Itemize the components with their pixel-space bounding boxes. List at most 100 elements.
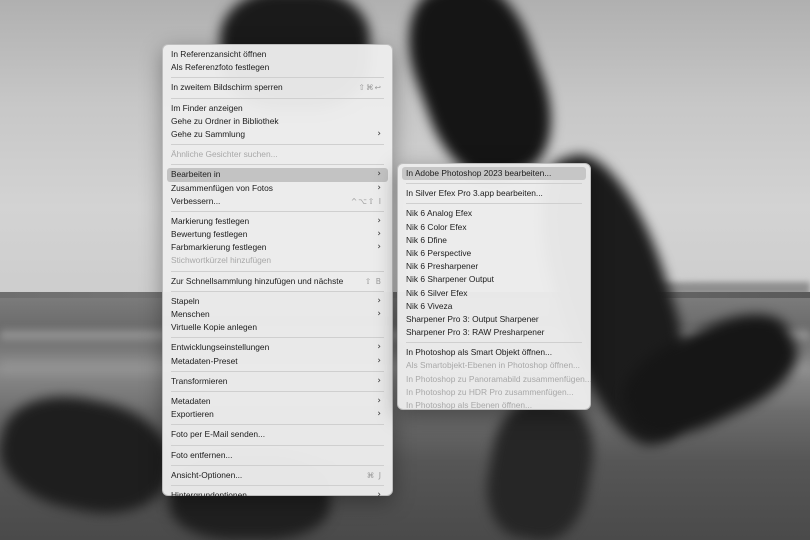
menu-item-label: Zusammenfügen von Fotos bbox=[171, 182, 273, 193]
menu-item-in-silver-efex-pro-3-app-bearbeiten[interactable]: In Silver Efex Pro 3.app bearbeiten... bbox=[402, 187, 586, 200]
menu-item-label: Gehe zu Ordner in Bibliothek bbox=[171, 115, 279, 126]
menu-separator bbox=[171, 77, 384, 79]
menu-item-virtuelle-kopie-anlegen[interactable]: Virtuelle Kopie anlegen bbox=[167, 321, 388, 334]
menu-item-verbessern[interactable]: Verbessern... ^⌥⇧ I bbox=[167, 195, 388, 208]
chevron-right-icon: › bbox=[377, 355, 381, 366]
menu-item-label: Nik 6 Dfine bbox=[406, 234, 447, 245]
menu-separator bbox=[171, 290, 384, 292]
menu-item-in-photoshop-als-smart-objekt-oeffnen[interactable]: In Photoshop als Smart Objekt öffnen... bbox=[402, 346, 586, 359]
chevron-right-icon: › bbox=[377, 215, 381, 226]
menu-item-label: In Photoshop zu Panoramabild zusammenfüg… bbox=[406, 373, 592, 384]
menu-item-entwicklungseinstellungen[interactable]: Entwicklungseinstellungen › bbox=[167, 341, 388, 354]
menu-item-nik-6-silver-efex[interactable]: Nik 6 Silver Efex bbox=[402, 287, 586, 300]
menu-item-label: Entwicklungseinstellungen bbox=[171, 342, 270, 353]
menu-item-sharpener-pro-3-raw-presharpener[interactable]: Sharpener Pro 3: RAW Presharpener bbox=[402, 326, 586, 339]
menu-item-nik-6-perspective[interactable]: Nik 6 Perspective bbox=[402, 247, 586, 260]
menu-item-label: In Photoshop zu HDR Pro zusammenfügen... bbox=[406, 386, 574, 397]
menu-item-foto-per-e-mail-senden[interactable]: Foto per E-Mail senden... bbox=[167, 428, 388, 441]
menu-item-metadaten[interactable]: Metadaten › bbox=[167, 395, 388, 408]
chevron-right-icon: › bbox=[377, 395, 381, 406]
menu-item-label: Exportieren bbox=[171, 409, 214, 420]
menu-item-label: In Photoshop als Smart Objekt öffnen... bbox=[406, 347, 553, 358]
menu-item-hintergrundoptionen[interactable]: Hintergrundoptionen › bbox=[167, 489, 388, 502]
menu-item-als-smartobjekt-ebenen-in-photoshop-oeffnen: Als Smartobjekt-Ebenen in Photoshop öffn… bbox=[402, 359, 586, 372]
chevron-right-icon: › bbox=[377, 409, 381, 420]
menu-item-in-zweitem-bildschirm-sperren[interactable]: In zweitem Bildschirm sperren ⇧⌘↩ bbox=[167, 81, 388, 94]
menu-item-label: Verbessern... bbox=[171, 195, 221, 206]
chevron-right-icon: › bbox=[377, 489, 381, 500]
menu-separator bbox=[406, 203, 582, 205]
menu-item-label: Bearbeiten in bbox=[171, 169, 221, 180]
chevron-right-icon: › bbox=[377, 128, 381, 139]
menu-item-nik-6-dfine[interactable]: Nik 6 Dfine bbox=[402, 234, 586, 247]
menu-item-nik-6-color-efex[interactable]: Nik 6 Color Efex bbox=[402, 221, 586, 234]
menu-separator bbox=[171, 390, 384, 392]
menu-item-in-referenzansicht-oeffnen[interactable]: In Referenzansicht öffnen bbox=[167, 48, 388, 61]
menu-item-nik-6-presharpener[interactable]: Nik 6 Presharpener bbox=[402, 260, 586, 273]
menu-item-label: Sharpener Pro 3: Output Sharpener bbox=[406, 313, 539, 324]
menu-item-label: Markierung festlegen bbox=[171, 215, 250, 226]
keyboard-shortcut: ⌘ J bbox=[366, 470, 382, 480]
menu-item-nik-6-viveza[interactable]: Nik 6 Viveza bbox=[402, 300, 586, 313]
chevron-right-icon: › bbox=[377, 229, 381, 240]
menu-item-stichwortkuerzel-hinzufuegen: Stichwortkürzel hinzufügen bbox=[167, 254, 388, 267]
menu-separator bbox=[171, 464, 384, 466]
menu-item-label: In Silver Efex Pro 3.app bearbeiten... bbox=[406, 188, 543, 199]
menu-separator bbox=[171, 424, 384, 426]
menu-item-label: Als Referenzfoto festlegen bbox=[171, 62, 270, 73]
menu-item-label: Als Smartobjekt-Ebenen in Photoshop öffn… bbox=[406, 360, 580, 371]
menu-item-als-referenzfoto-festlegen[interactable]: Als Referenzfoto festlegen bbox=[167, 61, 388, 74]
chevron-right-icon: › bbox=[377, 169, 381, 180]
chevron-right-icon: › bbox=[377, 242, 381, 253]
menu-item-label: Gehe zu Sammlung bbox=[171, 128, 246, 139]
menu-item-zur-schnellsammlung-hinzufuegen-und-naechste[interactable]: Zur Schnellsammlung hinzufügen und nächs… bbox=[167, 275, 388, 288]
keyboard-shortcut: ⇧⌘↩ bbox=[358, 83, 382, 93]
menu-item-label: Im Finder anzeigen bbox=[171, 102, 243, 113]
menu-item-label: Nik 6 Analog Efex bbox=[406, 208, 473, 219]
menu-item-label: Metadaten bbox=[171, 395, 211, 406]
menu-item-gehe-zu-sammlung[interactable]: Gehe zu Sammlung › bbox=[167, 128, 388, 141]
menu-item-label: Stichwortkürzel hinzufügen bbox=[171, 255, 272, 266]
menu-separator bbox=[406, 183, 582, 185]
menu-item-in-adobe-photoshop-2023-bearbeiten[interactable]: In Adobe Photoshop 2023 bearbeiten... bbox=[402, 167, 586, 181]
menu-item-exportieren[interactable]: Exportieren › bbox=[167, 408, 388, 421]
menu-item-sharpener-pro-3-output-sharpener[interactable]: Sharpener Pro 3: Output Sharpener bbox=[402, 313, 586, 326]
chevron-right-icon: › bbox=[377, 342, 381, 353]
menu-item-im-finder-anzeigen[interactable]: Im Finder anzeigen bbox=[167, 102, 388, 115]
menu-separator bbox=[406, 342, 582, 344]
menu-item-transformieren[interactable]: Transformieren › bbox=[167, 375, 388, 388]
menu-separator bbox=[171, 370, 384, 372]
menu-separator bbox=[171, 144, 384, 146]
menu-item-ansicht-optionen[interactable]: Ansicht-Optionen... ⌘ J bbox=[167, 469, 388, 482]
menu-item-farbmarkierung-festlegen[interactable]: Farbmarkierung festlegen › bbox=[167, 241, 388, 254]
menu-item-metadaten-preset[interactable]: Metadaten-Preset › bbox=[167, 355, 388, 368]
menu-item-label: Farbmarkierung festlegen bbox=[171, 242, 267, 253]
menu-item-label: Nik 6 Perspective bbox=[406, 247, 472, 258]
menu-item-label: Nik 6 Sharpener Output bbox=[406, 274, 494, 285]
menu-item-nik-6-sharpener-output[interactable]: Nik 6 Sharpener Output bbox=[402, 273, 586, 286]
menu-item-label: Ähnliche Gesichter suchen... bbox=[171, 149, 278, 160]
menu-item-markierung-festlegen[interactable]: Markierung festlegen › bbox=[167, 215, 388, 228]
menu-item-menschen[interactable]: Menschen › bbox=[167, 308, 388, 321]
chevron-right-icon: › bbox=[377, 295, 381, 306]
menu-item-label: Nik 6 Silver Efex bbox=[406, 287, 468, 298]
menu-item-label: Transformieren bbox=[171, 375, 228, 386]
menu-item-aehnliche-gesichter-suchen: Ähnliche Gesichter suchen... bbox=[167, 148, 388, 161]
menu-item-in-photoshop-zu-panoramabild-zusammenfuegen: In Photoshop zu Panoramabild zusammenfüg… bbox=[402, 373, 592, 386]
menu-item-stapeln[interactable]: Stapeln › bbox=[167, 295, 388, 308]
chevron-right-icon: › bbox=[377, 309, 381, 319]
menu-item-nik-6-analog-efex[interactable]: Nik 6 Analog Efex bbox=[402, 207, 586, 220]
menu-item-zusammenfuegen-von-fotos[interactable]: Zusammenfügen von Fotos › bbox=[167, 182, 388, 195]
menu-item-label: Bewertung festlegen bbox=[171, 229, 248, 240]
menu-separator bbox=[171, 164, 384, 166]
menu-item-label: Hintergrundoptionen bbox=[171, 489, 247, 500]
menu-separator bbox=[171, 484, 384, 486]
menu-item-bearbeiten-in[interactable]: Bearbeiten in › bbox=[167, 168, 388, 182]
menu-separator bbox=[171, 210, 384, 212]
menu-item-bewertung-festlegen[interactable]: Bewertung festlegen › bbox=[167, 228, 388, 241]
menu-item-in-photoshop-zu-hdr-pro-zusammenfuegen: In Photoshop zu HDR Pro zusammenfügen... bbox=[402, 386, 586, 399]
chevron-right-icon: › bbox=[377, 182, 381, 193]
chevron-right-icon: › bbox=[377, 375, 381, 386]
menu-item-gehe-zu-ordner-in-bibliothek[interactable]: Gehe zu Ordner in Bibliothek bbox=[167, 115, 388, 128]
menu-item-foto-entfernen[interactable]: Foto entfernen... bbox=[167, 449, 388, 462]
